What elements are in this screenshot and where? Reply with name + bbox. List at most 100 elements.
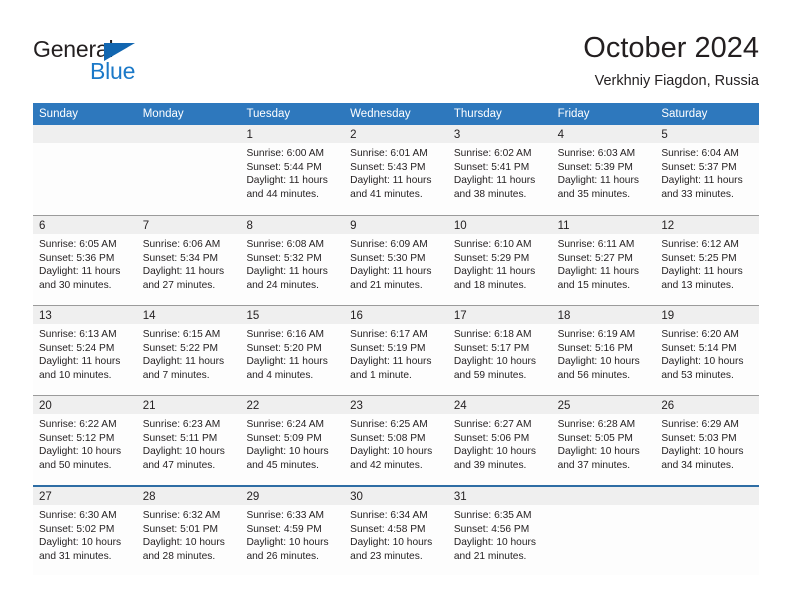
calendar-day-cell[interactable]: 26 Sunrise: 6:29 AM Sunset: 5:03 PM Dayligh… xyxy=(655,396,760,485)
daylight-duration-line2: and 42 minutes. xyxy=(350,459,423,471)
day-number-strip: 31 xyxy=(447,487,552,505)
daylight-duration-line1: Daylight: 10 hours xyxy=(453,446,536,458)
day-details: Sunrise: 6:19 AM Sunset: 5:16 PM Daylight:… xyxy=(552,324,656,382)
calendar-week-row: 6 Sunrise: 6:05 AM Sunset: 5:36 PM Daylight… xyxy=(33,215,760,305)
sunrise-time: Sunrise: 6:19 AM xyxy=(557,329,636,340)
day-number-strip: 21 xyxy=(136,396,241,414)
calendar-day-cell[interactable]: 21 Sunrise: 6:23 AM Sunset: 5:11 PM Dayligh… xyxy=(136,396,241,485)
day-number: 9 xyxy=(350,220,357,232)
calendar-day-cell[interactable]: 10 Sunrise: 6:10 AM Sunset: 5:29 PM Dayligh… xyxy=(447,216,552,305)
daylight-duration-line1: Daylight: 11 hours xyxy=(661,266,743,278)
day-details: Sunrise: 6:27 AM Sunset: 5:06 PM Daylight:… xyxy=(448,414,552,472)
day-details xyxy=(655,505,759,509)
sunrise-time: Sunrise: 6:16 AM xyxy=(246,329,325,340)
daylight-duration-line1: Daylight: 11 hours xyxy=(142,266,225,278)
calendar-day-cell[interactable]: 15 Sunrise: 6:16 AM Sunset: 5:20 PM Dayligh… xyxy=(240,306,345,395)
sunset-time: Sunset: 5:25 PM xyxy=(661,252,737,264)
calendar-day-cell[interactable]: 1 Sunrise: 6:00 AM Sunset: 5:44 PM Daylight… xyxy=(240,125,345,215)
sunset-time: Sunset: 5:14 PM xyxy=(661,342,737,354)
sunset-time: Sunset: 5:29 PM xyxy=(453,252,530,264)
daylight-duration-line1: Daylight: 11 hours xyxy=(557,175,639,187)
day-number: 26 xyxy=(661,400,675,412)
day-details: Sunrise: 6:20 AM Sunset: 5:14 PM Daylight:… xyxy=(655,324,759,382)
day-number: 20 xyxy=(39,400,52,412)
day-number: 29 xyxy=(246,491,260,503)
calendar-day-cell[interactable]: 3 Sunrise: 6:02 AM Sunset: 5:41 PM Daylight… xyxy=(447,125,552,215)
calendar-day-cell[interactable]: 24 Sunrise: 6:27 AM Sunset: 5:06 PM Dayligh… xyxy=(447,396,552,485)
calendar-day-cell[interactable]: 19 Sunrise: 6:20 AM Sunset: 5:14 PM Dayligh… xyxy=(655,306,760,395)
daylight-duration-line2: and 10 minutes. xyxy=(39,369,112,381)
sunrise-time: Sunrise: 6:13 AM xyxy=(39,329,117,340)
calendar-day-cell[interactable]: 28 Sunrise: 6:32 AM Sunset: 5:01 PM Dayligh… xyxy=(136,487,241,575)
calendar-day-cell[interactable]: 2 Sunrise: 6:01 AM Sunset: 5:43 PM Daylight… xyxy=(344,125,448,215)
weekday-header-monday: Monday xyxy=(142,108,184,120)
calendar-day-cell[interactable]: 16 Sunrise: 6:17 AM Sunset: 5:19 PM Dayligh… xyxy=(344,306,448,395)
day-details: Sunrise: 6:35 AM Sunset: 4:56 PM Daylight:… xyxy=(448,505,552,563)
calendar-weeks: 1 Sunrise: 6:00 AM Sunset: 5:44 PM Daylight… xyxy=(33,125,760,575)
day-number-strip: 13 xyxy=(33,306,137,324)
calendar-day-cell[interactable]: 27 Sunrise: 6:30 AM Sunset: 5:02 PM Dayligh… xyxy=(33,487,137,575)
calendar-day-cell[interactable]: 31 Sunrise: 6:35 AM Sunset: 4:56 PM Dayligh… xyxy=(447,487,552,575)
calendar-day-cell-empty xyxy=(33,125,137,215)
sunrise-time: Sunrise: 6:28 AM xyxy=(557,419,636,430)
daylight-duration-line1: Daylight: 10 hours xyxy=(453,537,536,549)
day-details: Sunrise: 6:15 AM Sunset: 5:22 PM Daylight:… xyxy=(137,324,241,382)
weekday-header-saturday: Saturday xyxy=(661,108,708,120)
sunrise-time: Sunrise: 6:35 AM xyxy=(453,510,532,521)
day-number-strip xyxy=(551,487,656,505)
daylight-duration-line2: and 53 minutes. xyxy=(661,369,734,381)
calendar-day-cell[interactable]: 25 Sunrise: 6:28 AM Sunset: 5:05 PM Dayligh… xyxy=(551,396,656,485)
calendar-day-cell[interactable]: 23 Sunrise: 6:25 AM Sunset: 5:08 PM Dayligh… xyxy=(344,396,448,485)
sunset-time: Sunset: 5:44 PM xyxy=(246,161,322,173)
calendar-day-cell[interactable]: 18 Sunrise: 6:19 AM Sunset: 5:16 PM Dayligh… xyxy=(551,306,656,395)
sunrise-time: Sunrise: 6:24 AM xyxy=(246,419,325,430)
calendar-day-cell[interactable]: 8 Sunrise: 6:08 AM Sunset: 5:32 PM Daylight… xyxy=(240,216,345,305)
day-number: 16 xyxy=(350,310,363,322)
sunset-time: Sunset: 5:16 PM xyxy=(557,342,633,354)
calendar-day-cell[interactable]: 6 Sunrise: 6:05 AM Sunset: 5:36 PM Daylight… xyxy=(33,216,137,305)
sunset-time: Sunset: 5:32 PM xyxy=(246,252,322,264)
calendar-day-cell[interactable]: 13 Sunrise: 6:13 AM Sunset: 5:24 PM Dayligh… xyxy=(33,306,137,395)
calendar-day-cell-empty xyxy=(551,487,656,575)
calendar-day-cell[interactable]: 5 Sunrise: 6:04 AM Sunset: 5:37 PM Daylight… xyxy=(655,125,760,215)
calendar-day-cell[interactable]: 30 Sunrise: 6:34 AM Sunset: 4:58 PM Dayligh… xyxy=(344,487,448,575)
day-number-strip: 29 xyxy=(240,487,345,505)
daylight-duration-line2: and 37 minutes. xyxy=(557,459,631,471)
daylight-duration-line2: and 33 minutes. xyxy=(661,188,734,200)
sunrise-time: Sunrise: 6:32 AM xyxy=(142,510,221,521)
calendar-day-cell[interactable]: 29 Sunrise: 6:33 AM Sunset: 4:59 PM Dayligh… xyxy=(240,487,345,575)
daylight-duration-line2: and 1 minute. xyxy=(350,369,412,381)
calendar-day-cell[interactable]: 22 Sunrise: 6:24 AM Sunset: 5:09 PM Dayligh… xyxy=(240,396,345,485)
sunrise-time: Sunrise: 6:11 AM xyxy=(557,239,635,250)
daylight-duration-line1: Daylight: 10 hours xyxy=(246,537,329,549)
calendar-day-cell[interactable]: 7 Sunrise: 6:06 AM Sunset: 5:34 PM Daylight… xyxy=(136,216,241,305)
sunrise-time: Sunrise: 6:03 AM xyxy=(557,148,636,159)
day-number-strip: 11 xyxy=(551,216,656,234)
general-blue-logo[interactable]: General Blue xyxy=(33,36,233,88)
calendar-day-cell[interactable]: 17 Sunrise: 6:18 AM Sunset: 5:17 PM Dayligh… xyxy=(447,306,552,395)
sunrise-time: Sunrise: 6:15 AM xyxy=(142,329,221,340)
day-number-strip: 2 xyxy=(344,125,448,143)
sunset-time: Sunset: 5:08 PM xyxy=(350,432,426,444)
day-number-strip: 7 xyxy=(136,216,241,234)
sunrise-time: Sunrise: 6:23 AM xyxy=(142,419,221,430)
day-number-strip: 8 xyxy=(240,216,345,234)
daylight-duration-line2: and 41 minutes. xyxy=(350,188,423,200)
calendar-day-cell[interactable]: 14 Sunrise: 6:15 AM Sunset: 5:22 PM Dayligh… xyxy=(136,306,241,395)
day-details xyxy=(137,143,241,147)
sunset-time: Sunset: 5:34 PM xyxy=(142,252,219,264)
sunrise-time: Sunrise: 6:34 AM xyxy=(350,510,428,521)
calendar-day-cell[interactable]: 9 Sunrise: 6:09 AM Sunset: 5:30 PM Daylight… xyxy=(344,216,448,305)
daylight-duration-line1: Daylight: 10 hours xyxy=(142,537,225,549)
calendar-day-cell[interactable]: 11 Sunrise: 6:11 AM Sunset: 5:27 PM Dayligh… xyxy=(551,216,656,305)
daylight-duration-line2: and 15 minutes. xyxy=(557,279,631,291)
calendar-week-row: 20 Sunrise: 6:22 AM Sunset: 5:12 PM Dayligh… xyxy=(33,395,760,485)
day-details: Sunrise: 6:24 AM Sunset: 5:09 PM Daylight:… xyxy=(240,414,344,472)
sunrise-time: Sunrise: 6:12 AM xyxy=(661,239,739,250)
calendar-day-cell[interactable]: 12 Sunrise: 6:12 AM Sunset: 5:25 PM Dayligh… xyxy=(655,216,760,305)
calendar-day-cell[interactable]: 4 Sunrise: 6:03 AM Sunset: 5:39 PM Daylight… xyxy=(551,125,656,215)
daylight-duration-line2: and 24 minutes. xyxy=(246,279,319,291)
daylight-duration-line2: and 47 minutes. xyxy=(142,459,216,471)
sunrise-time: Sunrise: 6:33 AM xyxy=(246,510,325,521)
calendar-day-cell[interactable]: 20 Sunrise: 6:22 AM Sunset: 5:12 PM Dayligh… xyxy=(33,396,137,485)
